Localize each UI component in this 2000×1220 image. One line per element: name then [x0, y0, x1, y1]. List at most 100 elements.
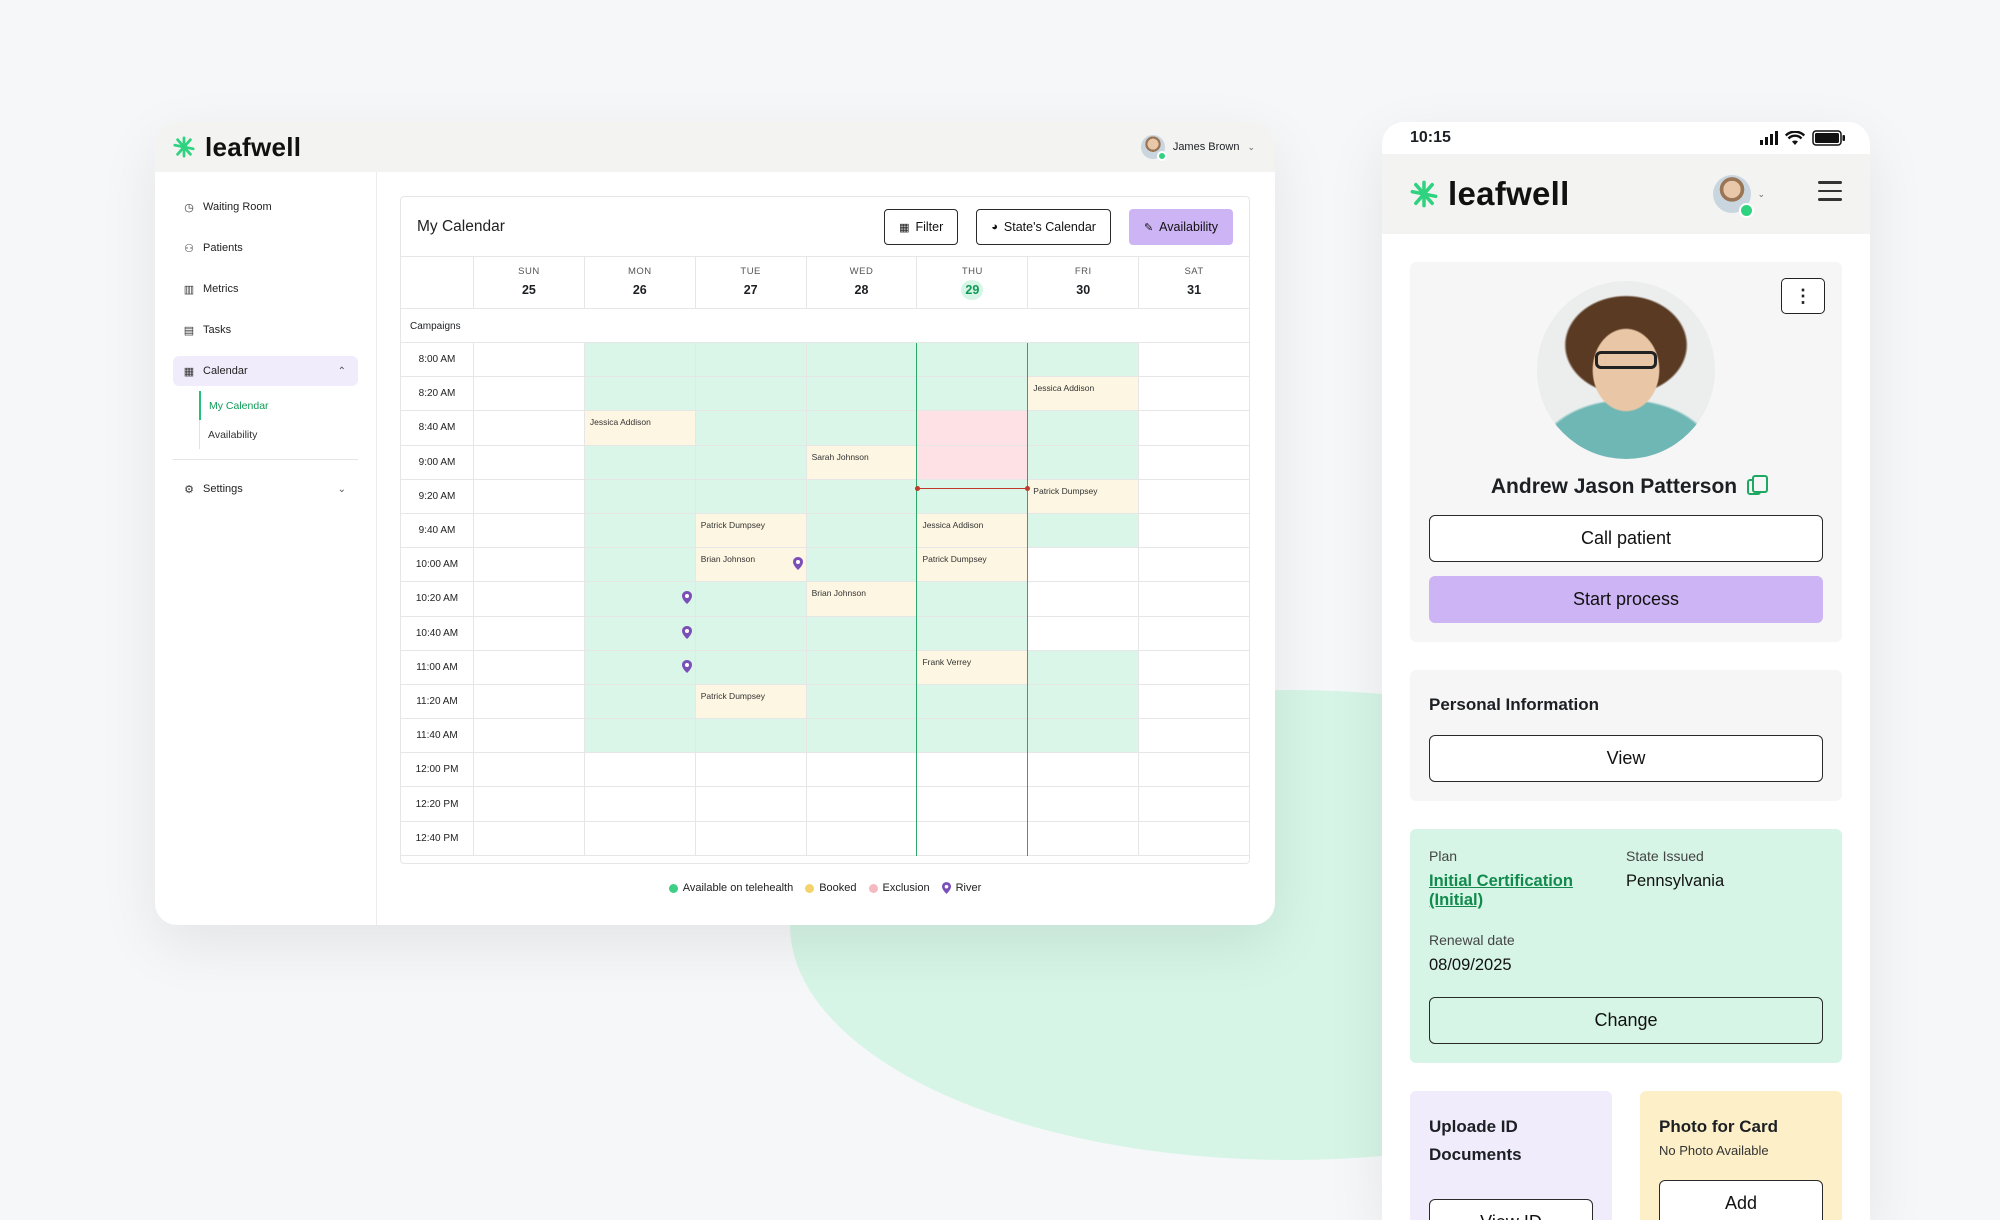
states-calendar-button[interactable]: ◕ State's Calendar — [976, 209, 1111, 245]
calendar-slot[interactable] — [695, 377, 807, 411]
calendar-slot[interactable] — [474, 343, 585, 377]
calendar-slot[interactable] — [584, 377, 696, 411]
filter-button[interactable]: ▦ Filter — [884, 209, 959, 245]
calendar-slot[interactable] — [584, 616, 696, 650]
calendar-slot[interactable] — [474, 411, 585, 445]
calendar-slot[interactable] — [1028, 513, 1140, 548]
call-patient-button[interactable]: Call patient — [1429, 515, 1823, 562]
calendar-slot[interactable] — [696, 753, 807, 787]
calendar-slot[interactable] — [917, 479, 1029, 513]
appointment-slot[interactable]: Patrick Dumpsey — [1028, 479, 1140, 513]
river-pin-icon[interactable] — [681, 591, 692, 605]
brand-logo[interactable]: leafwell — [173, 132, 301, 163]
calendar-slot[interactable] — [1028, 719, 1140, 753]
calendar-slot[interactable] — [584, 582, 696, 616]
calendar-slot[interactable] — [1028, 650, 1140, 684]
day-header[interactable]: THU 29 — [917, 257, 1029, 308]
appointment-slot[interactable]: Jessica Addison — [584, 411, 696, 445]
appointment-slot[interactable]: Patrick Dumpsey — [917, 548, 1029, 582]
calendar-slot[interactable] — [806, 343, 918, 377]
calendar-slot[interactable] — [1139, 719, 1249, 752]
appointment-slot[interactable]: Patrick Dumpsey — [695, 684, 807, 719]
river-pin-icon[interactable] — [792, 557, 803, 571]
day-header[interactable]: WED 28 — [807, 257, 918, 308]
calendar-slot[interactable] — [474, 821, 585, 855]
calendar-slot[interactable] — [584, 479, 696, 513]
calendar-slot[interactable] — [1139, 753, 1249, 786]
calendar-slot[interactable] — [584, 548, 696, 582]
calendar-slot[interactable] — [474, 684, 585, 719]
day-header[interactable]: FRI 30 — [1028, 257, 1140, 308]
calendar-slot[interactable] — [584, 343, 696, 377]
calendar-slot[interactable] — [584, 650, 696, 684]
calendar-slot[interactable] — [806, 479, 918, 513]
exclusion-slot[interactable] — [917, 445, 1029, 479]
calendar-slot[interactable] — [695, 719, 807, 753]
calendar-slot[interactable] — [1028, 684, 1140, 719]
user-menu[interactable]: James Brown ⌄ — [1140, 135, 1255, 161]
sidebar-item-patients[interactable]: ⚇ Patients — [173, 233, 358, 263]
day-header[interactable]: SUN 25 — [474, 257, 585, 308]
sidebar-item-calendar[interactable]: ▦ Calendar ⌃ — [173, 356, 358, 386]
user-menu[interactable]: ⌄ — [1713, 175, 1765, 218]
calendar-slot[interactable] — [1139, 582, 1249, 615]
calendar-slot[interactable] — [1028, 753, 1140, 787]
calendar-slot[interactable] — [1028, 787, 1140, 821]
calendar-slot[interactable] — [696, 787, 807, 821]
calendar-slot[interactable] — [1028, 445, 1140, 479]
appointment-slot[interactable]: Jessica Addison — [917, 513, 1029, 548]
calendar-slot[interactable] — [585, 821, 696, 855]
calendar-slot[interactable] — [1139, 548, 1249, 581]
sidebar-item-metrics[interactable]: ▥ Metrics — [173, 274, 358, 304]
sidebar-item-settings[interactable]: ⚙ Settings ⌄ — [173, 474, 358, 504]
appointment-slot[interactable]: Brian Johnson — [695, 548, 807, 582]
calendar-slot[interactable] — [474, 650, 585, 684]
calendar-slot[interactable] — [1139, 822, 1249, 855]
calendar-slot[interactable] — [1139, 343, 1249, 376]
calendar-slot[interactable] — [695, 411, 807, 445]
calendar-slot[interactable] — [584, 719, 696, 753]
calendar-slot[interactable] — [1028, 821, 1140, 855]
calendar-slot[interactable] — [1139, 651, 1249, 684]
calendar-slot[interactable] — [695, 650, 807, 684]
calendar-slot[interactable] — [584, 684, 696, 719]
calendar-slot[interactable] — [1028, 616, 1140, 650]
calendar-slot[interactable] — [1139, 411, 1249, 444]
exclusion-slot[interactable] — [917, 411, 1029, 445]
calendar-slot[interactable] — [917, 719, 1029, 753]
sidebar-item-tasks[interactable]: ▤ Tasks — [173, 315, 358, 345]
calendar-slot[interactable] — [474, 548, 585, 582]
calendar-slot[interactable] — [806, 684, 918, 719]
calendar-slot[interactable] — [1139, 514, 1249, 547]
appointment-slot[interactable]: Frank Verrey — [917, 650, 1029, 684]
calendar-slot[interactable] — [584, 513, 696, 548]
day-header[interactable]: TUE 27 — [696, 257, 807, 308]
calendar-slot[interactable] — [474, 787, 585, 821]
calendar-slot[interactable] — [1028, 343, 1140, 377]
calendar-slot[interactable] — [917, 377, 1029, 411]
day-header[interactable]: SAT 31 — [1139, 257, 1249, 308]
calendar-slot[interactable] — [917, 787, 1029, 821]
availability-button[interactable]: ✎ Availability — [1128, 209, 1233, 245]
calendar-slot[interactable] — [474, 513, 585, 548]
calendar-slot[interactable] — [474, 582, 585, 616]
calendar-slot[interactable] — [696, 821, 807, 855]
calendar-slot[interactable] — [806, 377, 918, 411]
calendar-slot[interactable] — [806, 411, 918, 445]
calendar-slot[interactable] — [1139, 480, 1249, 513]
plan-link[interactable]: Initial Certification (Initial) — [1429, 872, 1626, 910]
change-plan-button[interactable]: Change — [1429, 997, 1823, 1044]
calendar-slot[interactable] — [917, 616, 1029, 650]
calendar-slot[interactable] — [806, 616, 918, 650]
calendar-slot[interactable] — [917, 343, 1029, 377]
view-personal-info-button[interactable]: View — [1429, 735, 1823, 782]
calendar-slot[interactable] — [917, 753, 1029, 787]
sidebar-item-my-calendar[interactable]: My Calendar — [199, 391, 358, 420]
calendar-slot[interactable] — [474, 445, 585, 479]
appointment-slot[interactable]: Jessica Addison — [1028, 377, 1140, 411]
copy-icon[interactable] — [1747, 475, 1769, 495]
calendar-slot[interactable] — [806, 719, 918, 753]
sidebar-item-availability[interactable]: Availability — [200, 420, 358, 449]
river-pin-icon[interactable] — [681, 659, 692, 673]
calendar-slot[interactable] — [474, 719, 585, 753]
